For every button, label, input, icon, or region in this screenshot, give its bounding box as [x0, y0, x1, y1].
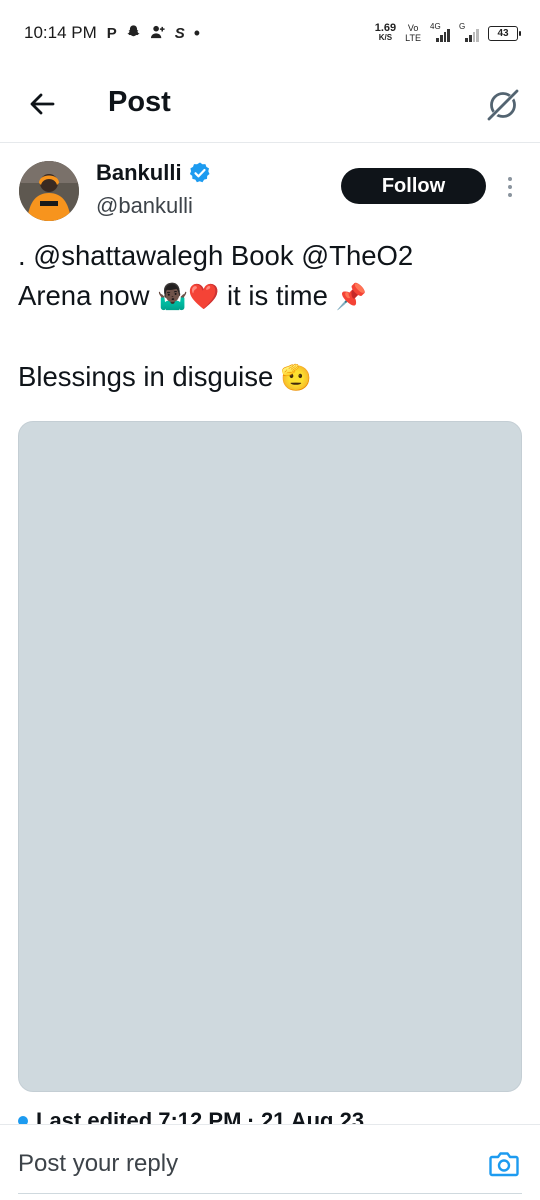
mention-shattawalegh[interactable]: @shattawalegh [33, 240, 223, 271]
reply-bar [0, 1124, 540, 1200]
net-speed-value: 1.69 [374, 22, 397, 34]
network-speed: 1.69 K/S [375, 23, 396, 43]
mention-theo2[interactable]: @TheO2 [301, 240, 413, 271]
post-header: Post [0, 66, 540, 143]
line1-prefix: . [18, 240, 34, 271]
sim2-signal-icon: G [459, 22, 479, 42]
post-media[interactable] [18, 421, 522, 1092]
shrug-heart-emoji: 🤷🏿‍♂️❤️ [157, 282, 220, 311]
snapchat-icon [126, 24, 141, 43]
s-app-icon: S [174, 24, 185, 42]
avatar-image [19, 161, 79, 221]
reply-input[interactable] [18, 1147, 458, 1181]
author-name-row: Bankulli [96, 160, 212, 186]
salute-emoji: 🫡 [280, 363, 313, 392]
p-app-icon: P [106, 24, 117, 42]
post-text: . @shattawalegh Book @TheO2 Arena now 🤷🏿… [18, 236, 523, 398]
verified-badge-icon [189, 162, 210, 183]
post-line-1: . @shattawalegh Book @TheO2 [18, 236, 523, 276]
status-bar: 10:14 PM P S • 1.69 K/S Vo LTE 4G G 43 [0, 0, 540, 66]
author-name[interactable]: Bankulli [96, 160, 182, 186]
battery-level: 43 [497, 27, 509, 39]
sim2-label: G [459, 22, 466, 31]
system-icons: 1.69 K/S Vo LTE 4G G 43 [375, 22, 521, 43]
grok-icon[interactable] [484, 86, 522, 124]
line1-mid: Book [223, 240, 302, 271]
follow-button[interactable]: Follow [341, 168, 486, 204]
author-avatar[interactable] [19, 161, 79, 221]
more-options-icon[interactable] [503, 172, 517, 202]
camera-icon[interactable] [488, 1149, 520, 1179]
volte-bottom: LTE [405, 33, 421, 43]
volte-top: Vo [407, 23, 419, 33]
notification-icons: P S • [107, 23, 200, 44]
more-notifications-dot: • [193, 22, 201, 43]
post-line-2: Arena now 🤷🏿‍♂️❤️ it is time 📌 [18, 276, 523, 317]
sim1-signal-icon: 4G [430, 22, 450, 42]
add-user-icon [150, 24, 166, 43]
pushpin-emoji: 📌 [335, 282, 367, 311]
reply-divider [18, 1193, 522, 1194]
line2-suffix: it is time [219, 280, 336, 311]
post-line-3: Blessings in disguise 🫡 [18, 357, 523, 398]
battery-icon: 43 [488, 25, 521, 41]
back-arrow-icon[interactable] [26, 88, 58, 120]
line3-text: Blessings in disguise [18, 361, 281, 392]
line2-text: Arena now [18, 280, 158, 311]
status-time: 10:14 PM [24, 23, 97, 42]
sim1-label: 4G [430, 22, 441, 31]
page-title: Post [108, 86, 171, 118]
author-handle[interactable]: @bankulli [96, 193, 193, 219]
net-speed-unit: K/S [378, 33, 393, 42]
volte-indicator: Vo LTE [405, 23, 421, 43]
